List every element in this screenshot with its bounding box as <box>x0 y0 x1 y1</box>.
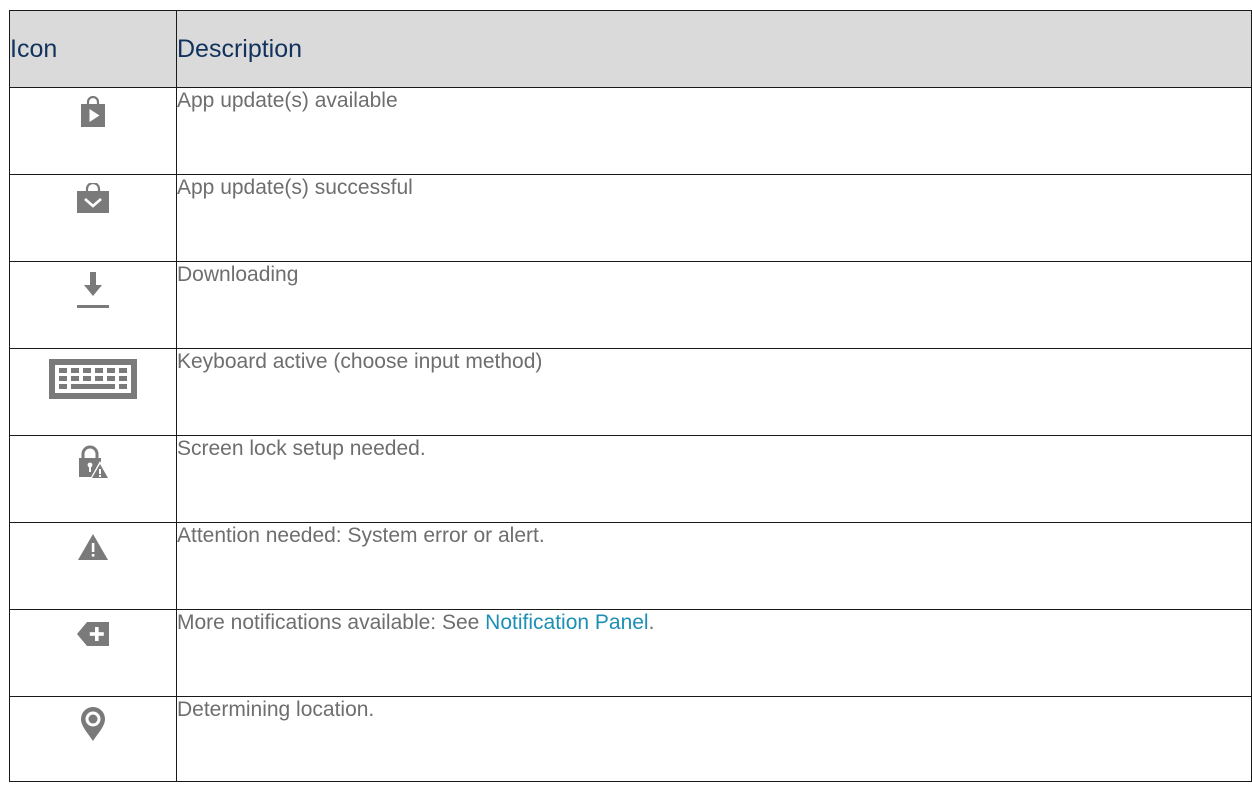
warning-icon <box>76 531 110 563</box>
notification-panel-link[interactable]: Notification Panel <box>485 611 648 634</box>
table-row: Downloading <box>9 261 1252 349</box>
table-row: Attention needed: System error or alert. <box>9 522 1252 610</box>
icon-cell <box>9 174 177 262</box>
download-icon <box>75 270 111 310</box>
table-row: More notifications available: See Notifi… <box>9 609 1252 697</box>
description-text: More notifications available: See <box>177 611 486 634</box>
table-row: App update(s) successful <box>9 174 1252 262</box>
icon-cell <box>9 261 177 349</box>
icon-cell <box>9 696 177 782</box>
icon-cell <box>9 348 177 436</box>
table-row: App update(s) available <box>9 87 1252 175</box>
description-cell: Keyboard active (choose input method) <box>176 348 1252 436</box>
icon-cell <box>9 522 177 610</box>
play-store-check-icon <box>75 183 111 215</box>
description-cell: Determining location. <box>176 696 1252 782</box>
description-cell: Attention needed: System error or alert. <box>176 522 1252 610</box>
description-suffix: . <box>648 611 655 634</box>
table-row: Keyboard active (choose input method) <box>9 348 1252 436</box>
more-notifications-icon <box>75 618 111 650</box>
description-cell: App update(s) successful <box>176 174 1252 262</box>
description-cell: Screen lock setup needed. <box>176 435 1252 523</box>
description-cell: App update(s) available <box>176 87 1252 175</box>
icon-column-header: Icon <box>9 10 177 88</box>
table-header-row: Icon Description <box>9 10 1252 88</box>
description-cell: More notifications available: See Notifi… <box>176 609 1252 697</box>
location-pin-icon <box>78 705 108 743</box>
icon-cell <box>9 87 177 175</box>
play-store-update-icon <box>77 96 109 128</box>
table-row: Screen lock setup needed. <box>9 435 1252 523</box>
table-row: Determining location. <box>9 696 1252 782</box>
description-cell: Downloading <box>176 261 1252 349</box>
icon-cell <box>9 435 177 523</box>
icon-cell <box>9 609 177 697</box>
keyboard-icon <box>47 357 139 401</box>
description-column-header: Description <box>176 10 1252 88</box>
icon-legend-table: Icon Description App update(s) available <box>9 10 1252 782</box>
lock-warning-icon <box>75 444 111 480</box>
